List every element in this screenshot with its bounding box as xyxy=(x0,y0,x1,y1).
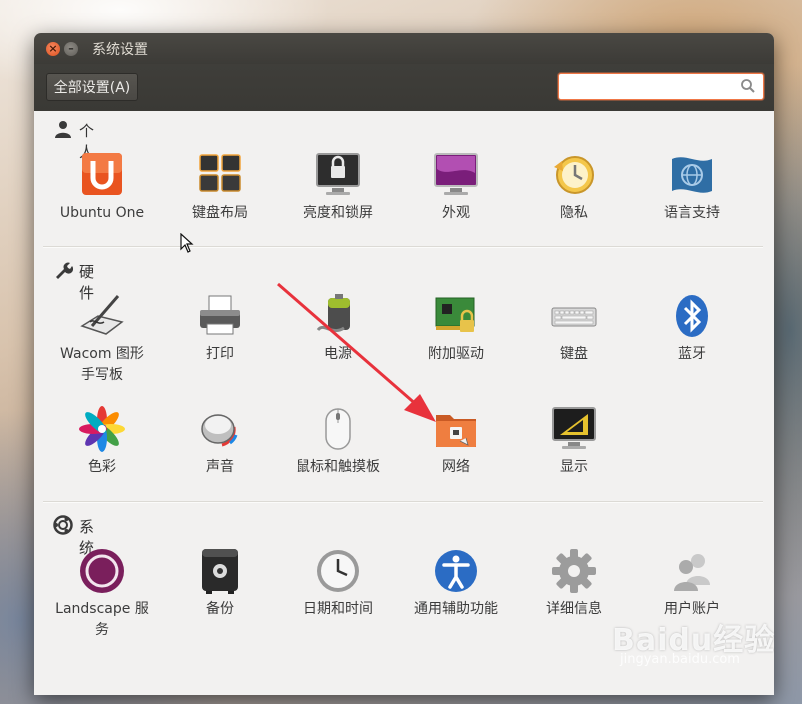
settings-item-accessibility[interactable]: 通用辅助功能 xyxy=(397,547,515,620)
printer-icon xyxy=(200,295,240,335)
keyboard-layout-icon xyxy=(199,154,241,192)
wrench-icon xyxy=(56,262,73,279)
item-label: 隐私 xyxy=(560,205,588,221)
settings-item-printer[interactable]: 打印 xyxy=(161,292,279,365)
settings-item-language-support[interactable]: 语言支持 xyxy=(633,151,751,224)
item-label: 显示 xyxy=(560,459,588,475)
privacy-icon xyxy=(554,156,594,194)
item-label: 备份 xyxy=(206,601,234,617)
item-label: Ubuntu One xyxy=(59,205,145,221)
search-input[interactable] xyxy=(563,77,737,98)
bluetooth-icon xyxy=(676,295,708,337)
item-label: 蓝牙 xyxy=(678,346,706,362)
settings-item-date-time[interactable]: 日期和时间 xyxy=(279,547,397,620)
search-icon xyxy=(741,79,755,93)
titlebar: × – 系统设置 xyxy=(34,33,774,64)
settings-item-network[interactable]: 网络 xyxy=(397,405,515,478)
item-label: 语言支持 xyxy=(664,205,720,221)
language-support-icon xyxy=(672,157,712,193)
settings-item-color[interactable]: 色彩 xyxy=(43,405,161,478)
section-divider xyxy=(43,501,763,503)
wacom-tablet-icon xyxy=(80,295,124,335)
item-label: 打印 xyxy=(206,346,234,362)
settings-item-additional-drivers[interactable]: 附加驱动 xyxy=(397,292,515,365)
minimize-button[interactable]: – xyxy=(64,42,78,56)
item-label: 日期和时间 xyxy=(303,601,373,617)
mouse-touchpad-icon xyxy=(325,408,351,450)
ubuntu-logo-icon xyxy=(53,515,73,535)
toolbar: 全部设置(A) xyxy=(34,64,774,111)
item-label: 键盘布局 xyxy=(192,205,248,221)
person-icon xyxy=(55,121,71,138)
item-label: 键盘 xyxy=(560,346,588,362)
settings-item-keyboard[interactable]: 键盘 xyxy=(515,292,633,365)
item-label: 色彩 xyxy=(88,459,116,475)
settings-item-appearance[interactable]: 外观 xyxy=(397,151,515,224)
settings-item-details[interactable]: 详细信息 xyxy=(515,547,633,620)
settings-content: 个人 Ubuntu One 键盘布局 亮度和锁屏 外观 隐私 语言支持 硬件 W… xyxy=(34,111,774,695)
settings-item-user-accounts[interactable]: 用户账户 xyxy=(633,547,751,620)
accessibility-icon xyxy=(435,550,477,592)
settings-item-ubuntu-one[interactable]: Ubuntu One xyxy=(43,151,161,224)
mouse-pointer-icon xyxy=(180,233,194,253)
baidu-watermark: Baidu经验 jingyan.baidu.com xyxy=(612,615,775,667)
brightness-lock-icon xyxy=(316,153,360,195)
item-label: 附加驱动 xyxy=(428,346,484,362)
item-label: 网络 xyxy=(442,459,470,475)
settings-item-privacy[interactable]: 隐私 xyxy=(515,151,633,224)
settings-item-wacom[interactable]: Wacom 图形 手写板 xyxy=(43,292,161,386)
watermark-url: jingyan.baidu.com xyxy=(620,652,740,667)
keyboard-icon xyxy=(551,307,597,327)
item-label: 通用辅助功能 xyxy=(414,601,498,617)
additional-drivers-icon xyxy=(435,297,475,332)
landscape-icon xyxy=(80,549,124,593)
system-settings-window: × – 系统设置 全部设置(A) 个人 Ubuntu One 键盘布局 亮度和锁… xyxy=(34,33,774,695)
settings-item-brightness-lock[interactable]: 亮度和锁屏 xyxy=(279,151,397,224)
settings-item-display[interactable]: 显示 xyxy=(515,405,633,478)
settings-item-mouse-touchpad[interactable]: 鼠标和触摸板 xyxy=(279,405,397,478)
color-icon xyxy=(79,406,125,452)
settings-item-landscape[interactable]: Landscape 服 务 xyxy=(43,547,161,641)
settings-item-power[interactable]: 电源 xyxy=(279,292,397,365)
details-gear-icon xyxy=(552,549,596,593)
item-label: 声音 xyxy=(206,459,234,475)
power-icon xyxy=(316,294,350,333)
sound-icon xyxy=(201,414,238,447)
network-icon xyxy=(436,415,476,447)
settings-item-sound[interactable]: 声音 xyxy=(161,405,279,478)
clock-icon xyxy=(317,550,359,592)
all-settings-button[interactable]: 全部设置(A) xyxy=(46,73,138,101)
display-icon xyxy=(552,407,596,449)
item-label: Wacom 图形 手写板 xyxy=(60,346,144,383)
close-button[interactable]: × xyxy=(46,42,60,56)
section-divider xyxy=(43,246,763,248)
item-label: 外观 xyxy=(442,205,470,221)
item-label: 鼠标和触摸板 xyxy=(296,459,380,475)
item-label: 亮度和锁屏 xyxy=(303,205,373,221)
window-title: 系统设置 xyxy=(92,42,148,58)
backup-icon xyxy=(202,549,238,594)
item-label: Landscape 服 务 xyxy=(55,601,149,638)
settings-item-backup[interactable]: 备份 xyxy=(161,547,279,620)
search-box[interactable] xyxy=(558,73,764,100)
appearance-icon xyxy=(434,153,478,195)
settings-item-keyboard-layout[interactable]: 键盘布局 xyxy=(161,151,279,224)
item-label: 电源 xyxy=(324,346,352,362)
user-accounts-icon xyxy=(674,554,710,591)
ubuntu-one-icon xyxy=(82,153,122,195)
settings-item-bluetooth[interactable]: 蓝牙 xyxy=(633,292,751,365)
